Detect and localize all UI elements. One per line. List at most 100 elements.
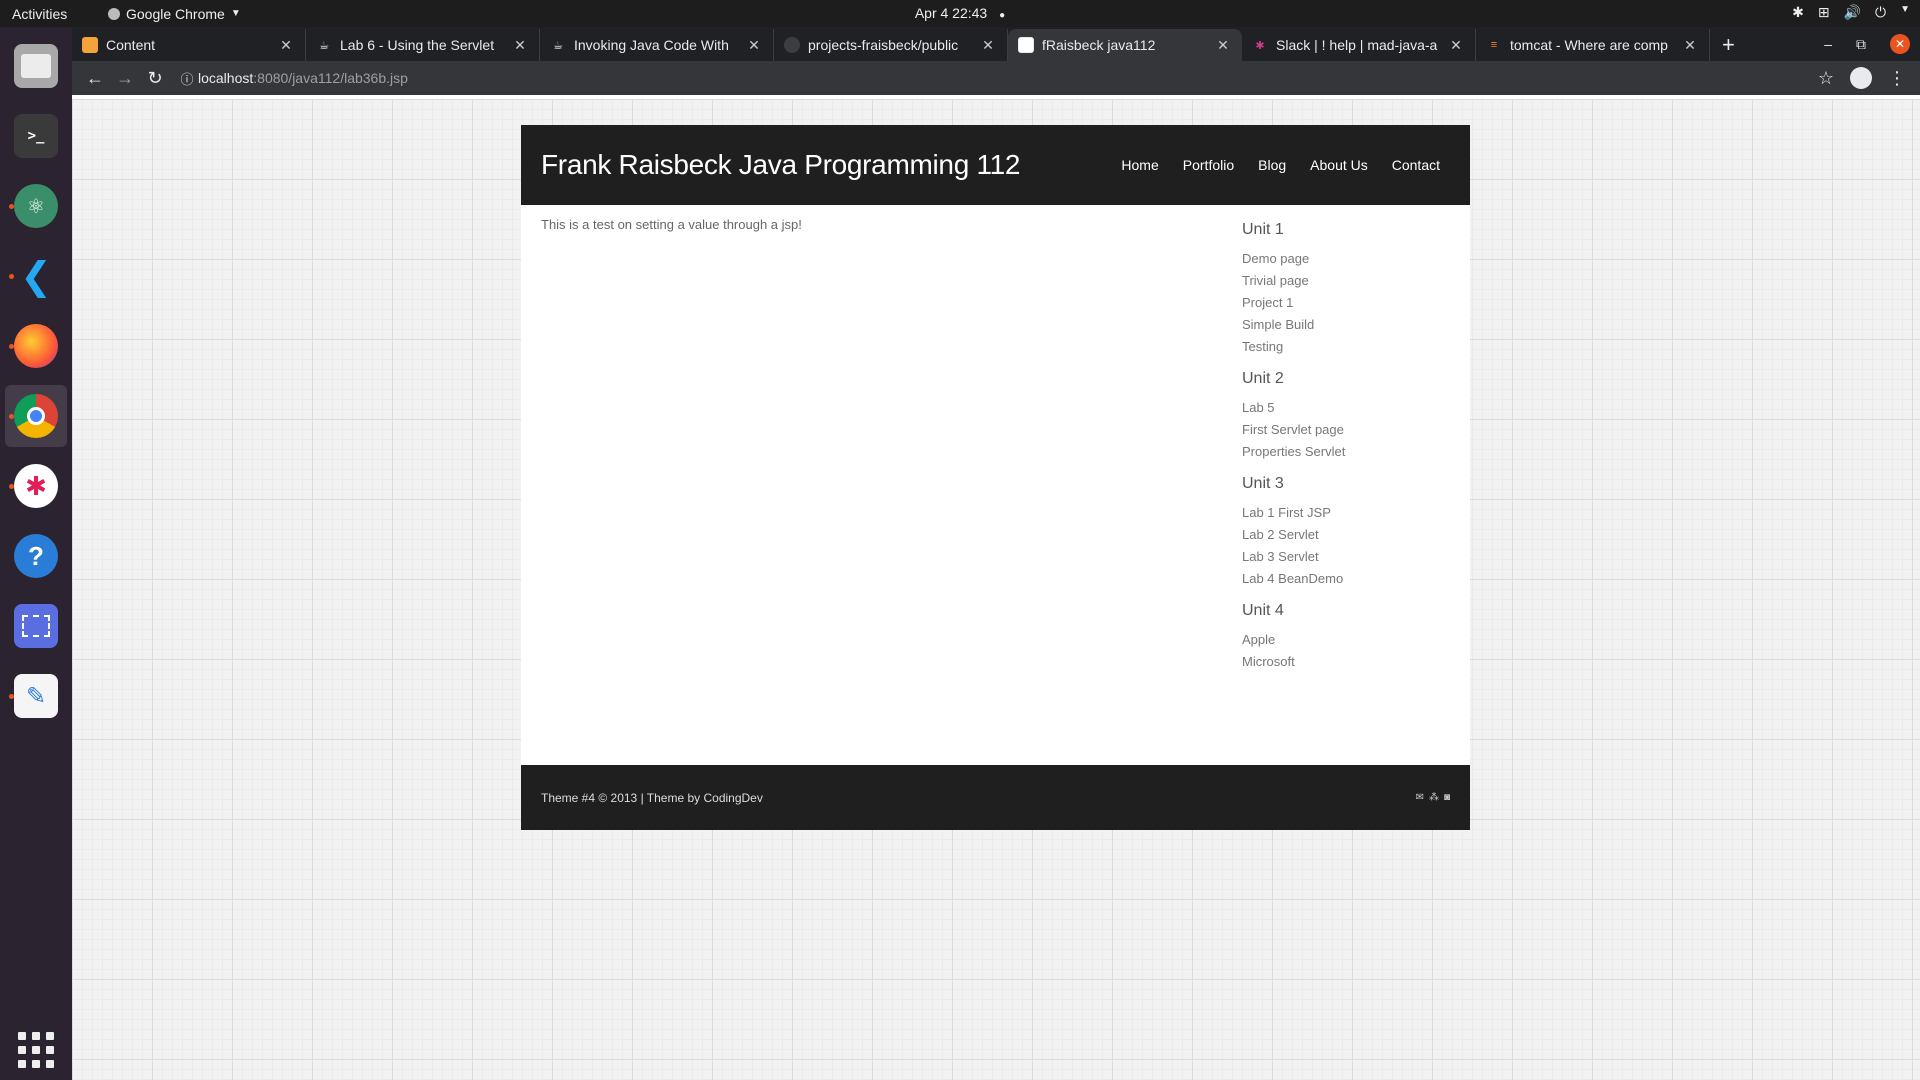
tab-fraisbeck-java112[interactable]: fRaisbeck java112 ✕ <box>1008 29 1242 61</box>
sidebar-link[interactable]: Properties Servlet <box>1242 444 1450 459</box>
running-indicator-icon <box>9 344 14 349</box>
tab-lab6[interactable]: ☕ Lab 6 - Using the Servlet ✕ <box>306 29 540 61</box>
sidebar-link[interactable]: Simple Build <box>1242 317 1450 332</box>
tab-favicon-icon: ☕ <box>319 39 329 52</box>
close-window-icon[interactable]: ✕ <box>1890 34 1910 54</box>
clock[interactable]: Apr 4 22:43 <box>915 5 987 21</box>
unit-title: Unit 3 <box>1242 475 1284 492</box>
browser-toolbar: ← → ↻ ⓘ localhost:8080/java112/lab36b.js… <box>72 61 1920 95</box>
firefox-icon <box>14 324 58 368</box>
sidebar-link[interactable]: Lab 4 BeanDemo <box>1242 571 1450 586</box>
tab-projects-fraisbeck[interactable]: projects-fraisbeck/public ✕ <box>774 29 1008 61</box>
dock-item-slack[interactable]: ✱ <box>5 455 67 517</box>
power-icon[interactable]: ⏻ <box>1875 4 1886 21</box>
network-icon[interactable]: ⊞ <box>1818 4 1830 21</box>
nav-portfolio[interactable]: Portfolio <box>1183 157 1234 173</box>
tab-title: Lab 6 - Using the Servlet <box>340 37 495 53</box>
dock-item-terminal[interactable]: >_ <box>5 105 67 167</box>
sidebar-link[interactable]: First Servlet page <box>1242 422 1450 437</box>
running-indicator-icon <box>9 694 14 699</box>
unit-1-section: Unit 1 Demo page Trivial page Project 1 … <box>1242 221 1450 354</box>
app-menu[interactable]: Google Chrome ▼ <box>108 6 241 22</box>
info-icon[interactable]: ⓘ <box>176 69 198 88</box>
sitemap-icon[interactable]: ⁂ <box>1429 792 1439 803</box>
nav-blog[interactable]: Blog <box>1258 157 1286 173</box>
show-applications-icon[interactable] <box>18 1032 54 1068</box>
tab-title: Invoking Java Code With <box>574 37 729 53</box>
page-viewport: Frank Raisbeck Java Programming 112 Home… <box>72 99 1920 1080</box>
rss-icon[interactable]: ◙ <box>1444 792 1450 803</box>
close-icon[interactable]: ✕ <box>745 37 763 54</box>
sidebar-link[interactable]: Lab 2 Servlet <box>1242 527 1450 542</box>
nav-home[interactable]: Home <box>1121 157 1158 173</box>
dock-item-files[interactable] <box>5 35 67 97</box>
main-content: This is a test on setting a value throug… <box>541 215 1242 740</box>
chrome-window: Content ✕ ☕ Lab 6 - Using the Servlet ✕ … <box>72 27 1920 1080</box>
mail-icon[interactable]: ✉ <box>1416 792 1424 803</box>
close-icon[interactable]: ✕ <box>511 37 529 54</box>
running-indicator-icon <box>9 414 14 419</box>
close-icon[interactable]: ✕ <box>979 37 997 54</box>
slack-tray-icon[interactable]: ✱ <box>1792 4 1804 21</box>
bookmark-star-icon[interactable]: ☆ <box>1818 68 1834 89</box>
tab-tomcat[interactable]: ≡ tomcat - Where are comp ✕ <box>1476 29 1710 61</box>
atom-icon: ⚛ <box>14 184 58 228</box>
sidebar-link[interactable]: Testing <box>1242 339 1450 354</box>
notification-dot-icon: ● <box>999 10 1006 21</box>
dock-item-help[interactable]: ? <box>5 525 67 587</box>
window-controls: – ⧉ ✕ <box>1824 27 1920 61</box>
forward-icon[interactable]: → <box>110 63 140 93</box>
reload-icon[interactable]: ↻ <box>140 63 170 93</box>
close-icon[interactable]: ✕ <box>1681 37 1699 54</box>
tab-title: Content <box>106 37 156 53</box>
slack-icon: ✱ <box>14 464 58 508</box>
chevron-down-icon[interactable]: ▼ <box>1900 4 1910 21</box>
sidebar-link[interactable]: Lab 3 Servlet <box>1242 549 1450 564</box>
site-container: Frank Raisbeck Java Programming 112 Home… <box>521 125 1470 830</box>
minimize-icon[interactable]: – <box>1824 36 1832 52</box>
tab-title: Slack | ! help | mad-java-a <box>1276 37 1438 53</box>
profile-avatar-icon[interactable] <box>1850 67 1872 89</box>
sidebar-link[interactable]: Trivial page <box>1242 273 1450 288</box>
menu-kebab-icon[interactable]: ⋮ <box>1888 68 1906 89</box>
dock-item-chrome[interactable] <box>5 385 67 447</box>
sidebar-link[interactable]: Demo page <box>1242 251 1450 266</box>
unit-title: Unit 1 <box>1242 221 1284 238</box>
dock-item-screenshot[interactable] <box>5 595 67 657</box>
tab-invoking-java[interactable]: ☕ Invoking Java Code With ✕ <box>540 29 774 61</box>
stackoverflow-icon: ≡ <box>1490 39 1498 51</box>
nav-contact[interactable]: Contact <box>1392 157 1440 173</box>
activities-button[interactable]: Activities <box>0 6 100 22</box>
unit-title: Unit 2 <box>1242 370 1284 387</box>
unit-2-section: Unit 2 Lab 5 First Servlet page Properti… <box>1242 370 1450 459</box>
new-tab-button[interactable]: + <box>1710 29 1747 61</box>
tab-favicon-icon <box>1018 37 1034 53</box>
sidebar-link[interactable]: Project 1 <box>1242 295 1450 310</box>
dock-item-firefox[interactable] <box>5 315 67 377</box>
restore-icon[interactable]: ⧉ <box>1856 36 1866 53</box>
nav-about-us[interactable]: About Us <box>1310 157 1368 173</box>
close-icon[interactable]: ✕ <box>277 37 295 54</box>
dock-item-atom[interactable]: ⚛ <box>5 175 67 237</box>
sidebar-link[interactable]: Apple <box>1242 632 1450 647</box>
close-icon[interactable]: ✕ <box>1447 37 1465 54</box>
chrome-icon <box>14 394 58 438</box>
unit-4-section: Unit 4 Apple Microsoft <box>1242 602 1450 669</box>
back-icon[interactable]: ← <box>80 63 110 93</box>
chevron-down-icon: ▼ <box>230 8 241 19</box>
dock-item-vscode[interactable]: ❮ <box>5 245 67 307</box>
volume-icon[interactable]: 🔊 <box>1844 4 1861 21</box>
tab-slack[interactable]: ✱ Slack | ! help | mad-java-a ✕ <box>1242 29 1476 61</box>
footer-icons: ✉ ⁂ ◙ <box>1416 792 1450 803</box>
tab-content[interactable]: Content ✕ <box>72 29 306 61</box>
terminal-icon: >_ <box>14 114 58 158</box>
system-tray[interactable]: ✱ ⊞ 🔊 ⏻ ▼ <box>1792 4 1910 21</box>
sidebar-link[interactable]: Lab 5 <box>1242 400 1450 415</box>
dock-item-text-editor[interactable]: ✎ <box>5 665 67 727</box>
sidebar-link[interactable]: Lab 1 First JSP <box>1242 505 1450 520</box>
vscode-icon: ❮ <box>20 255 52 298</box>
address-bar[interactable]: ⓘ localhost:8080/java112/lab36b.jsp <box>176 64 1818 92</box>
site-title[interactable]: Frank Raisbeck Java Programming 112 <box>541 149 1020 181</box>
close-icon[interactable]: ✕ <box>1214 37 1232 54</box>
sidebar-link[interactable]: Microsoft <box>1242 654 1450 669</box>
